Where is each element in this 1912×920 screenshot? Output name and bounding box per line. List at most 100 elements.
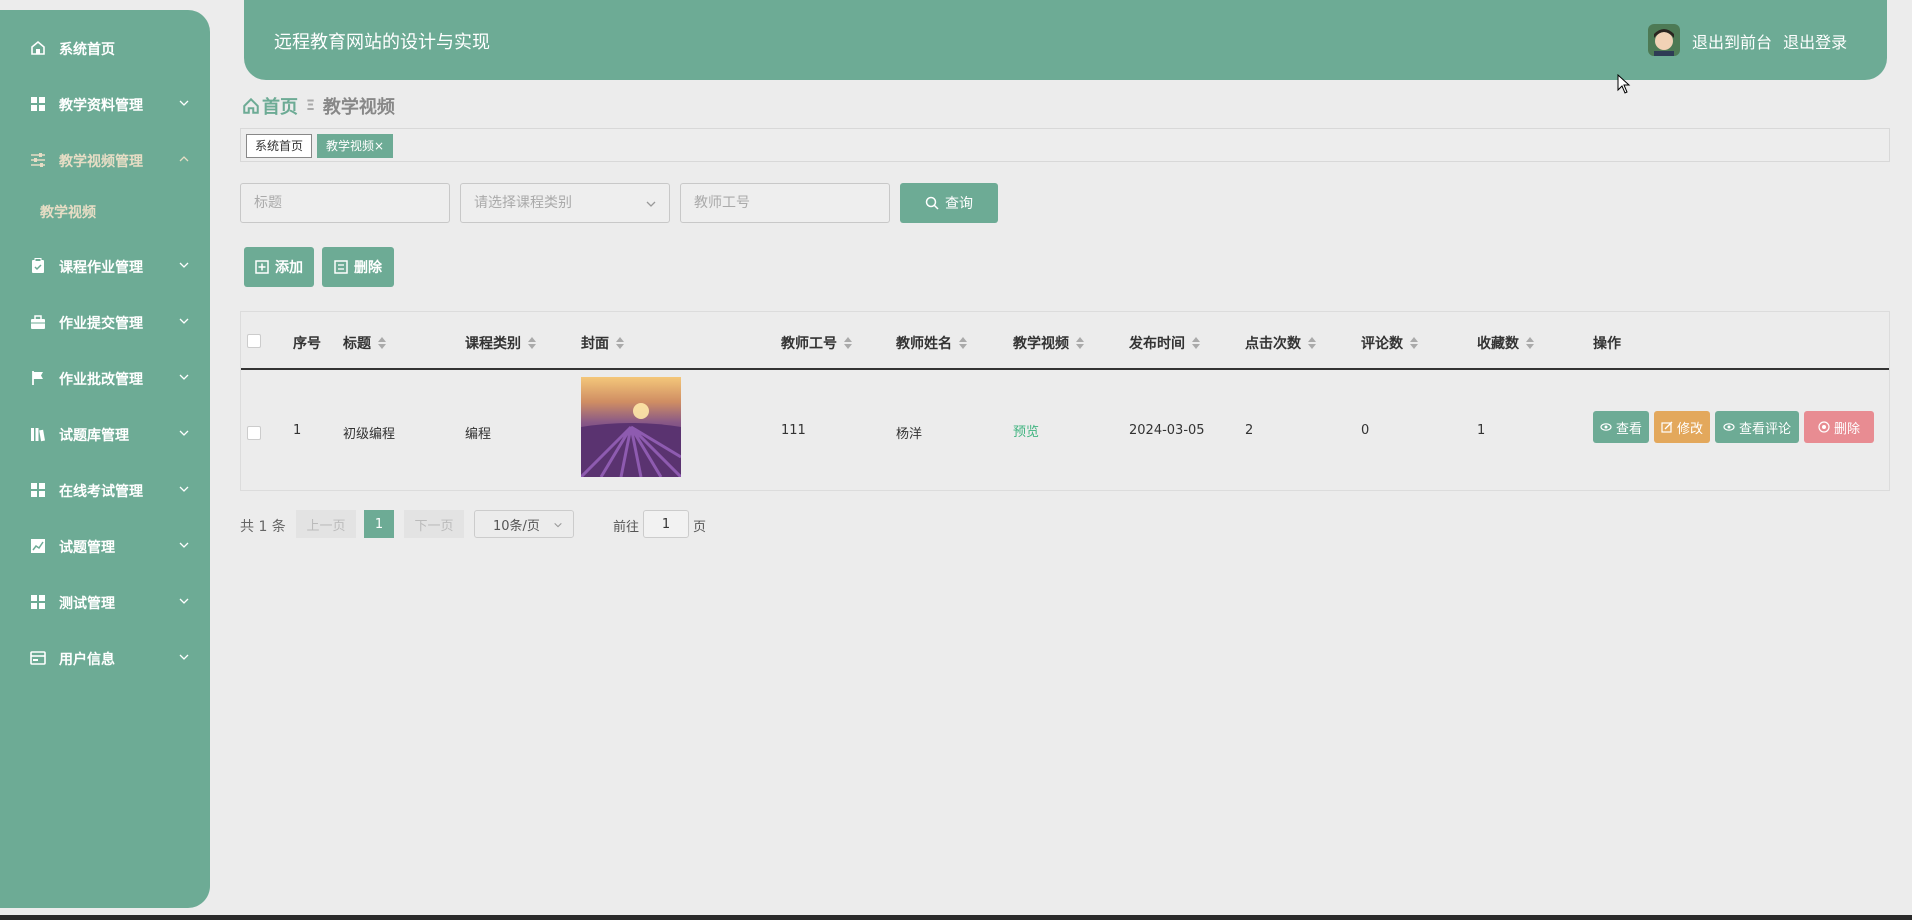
- col-header-category[interactable]: 课程类别: [465, 333, 537, 353]
- sidebar-item-label: 作业批改管理: [59, 372, 143, 388]
- course-category-select[interactable]: 请选择课程类别: [460, 183, 670, 223]
- col-header-clicks[interactable]: 点击次数: [1245, 333, 1317, 353]
- sidebar-item-course-homework[interactable]: 课程作业管理: [0, 246, 210, 286]
- cover-image[interactable]: [581, 377, 681, 477]
- view-comments-button[interactable]: 查看评论: [1715, 411, 1799, 443]
- chart-icon: [31, 539, 45, 553]
- cell-comments: 0: [1361, 423, 1370, 438]
- goto-label: 前往: [613, 520, 640, 535]
- header-links: 退出到前台 退出登录: [1692, 29, 1847, 53]
- sidebar-item-label: 用户信息: [59, 652, 115, 668]
- delete-row-label: 删除: [1833, 421, 1860, 437]
- delete-button[interactable]: 删除: [1804, 411, 1874, 443]
- query-button[interactable]: 查询: [900, 183, 998, 223]
- sort-icon[interactable]: [377, 336, 387, 350]
- sidebar-item-teaching-videos[interactable]: 教学视频管理: [0, 140, 210, 180]
- prev-page-button[interactable]: 上一页: [296, 510, 356, 538]
- clipboard-icon: [32, 258, 44, 273]
- batch-delete-button[interactable]: 删除: [322, 247, 394, 287]
- sort-icon[interactable]: [1191, 336, 1201, 350]
- sort-icon[interactable]: [527, 336, 537, 350]
- sidebar-item-tests[interactable]: 测试管理: [0, 582, 210, 622]
- library-icon: [31, 428, 46, 442]
- search-icon: [925, 196, 939, 210]
- tab-close-icon[interactable]: ×: [374, 139, 384, 153]
- sort-icon[interactable]: [615, 336, 625, 350]
- sidebar-item-label: 系统首页: [59, 42, 115, 58]
- col-header-title[interactable]: 标题: [343, 333, 387, 353]
- col-header-favorites[interactable]: 收藏数: [1477, 333, 1535, 353]
- bottom-edge: [0, 915, 1912, 920]
- chevron-up-icon: [179, 156, 189, 162]
- chevron-down-icon: [554, 522, 562, 528]
- plus-square-icon: [255, 260, 269, 274]
- sidebar-item-teaching-materials[interactable]: 教学资料管理: [0, 84, 210, 124]
- add-label: 添加: [275, 260, 303, 276]
- sidebar-item-homework-submit[interactable]: 作业提交管理: [0, 302, 210, 342]
- sidebar-item-online-exam[interactable]: 在线考试管理: [0, 470, 210, 510]
- sidebar-item-user-info[interactable]: 用户信息: [0, 638, 210, 678]
- select-all-checkbox[interactable]: [247, 334, 261, 348]
- edit-icon: [1661, 421, 1673, 433]
- edit-button[interactable]: 修改: [1654, 411, 1710, 443]
- page-size-value: 10条/页: [493, 518, 540, 534]
- col-header-teacher-id[interactable]: 教师工号: [781, 333, 853, 353]
- view-button[interactable]: 查看: [1593, 411, 1649, 443]
- sidebar-item-label: 试题管理: [59, 540, 115, 556]
- sidebar-item-label: 试题库管理: [59, 428, 129, 444]
- breadcrumb-separator-icon: Ξ: [306, 98, 315, 114]
- system-title: 远程教育网站的设计与实现: [274, 32, 490, 53]
- sidebar-item-label: 课程作业管理: [59, 260, 143, 276]
- chevron-down-icon: [179, 542, 189, 548]
- col-header-publish-time[interactable]: 发布时间: [1129, 333, 1201, 353]
- sidebar-item-label: 在线考试管理: [59, 484, 143, 500]
- exit-to-frontend-link[interactable]: 退出到前台: [1692, 33, 1772, 52]
- card-icon: [30, 651, 46, 665]
- video-preview-link[interactable]: 预览: [1013, 421, 1039, 440]
- edit-label: 修改: [1676, 421, 1703, 437]
- sidebar: 系统首页 教学资料管理 教学视频管理 教学视频 课程作业管理 作业提交管理 作业…: [0, 10, 210, 908]
- sidebar-item-home[interactable]: 系统首页: [0, 28, 210, 68]
- sort-icon[interactable]: [1409, 336, 1419, 350]
- sort-icon[interactable]: [1075, 336, 1085, 350]
- sort-icon[interactable]: [843, 336, 853, 350]
- avatar[interactable]: [1648, 24, 1680, 56]
- cell-teacher-id: 111: [781, 423, 806, 438]
- cell-favorites: 1: [1477, 423, 1486, 438]
- title-search-input[interactable]: 标题: [240, 183, 450, 223]
- tab-label: 教学视频: [326, 139, 375, 153]
- view-label: 查看: [1615, 421, 1642, 437]
- col-header-cover[interactable]: 封面: [581, 333, 625, 353]
- sidebar-item-label: 测试管理: [59, 596, 115, 612]
- page-number-1[interactable]: 1: [364, 510, 394, 538]
- teacher-id-search-input[interactable]: 教师工号: [680, 183, 890, 223]
- row-checkbox[interactable]: [247, 426, 261, 440]
- add-button[interactable]: 添加: [244, 247, 314, 287]
- grid-icon: [31, 97, 45, 111]
- goto-page-input[interactable]: 1: [643, 510, 689, 538]
- home-icon: [243, 97, 259, 114]
- content-empty-area: [210, 558, 1912, 920]
- sidebar-subitem-teaching-video[interactable]: 教学视频: [40, 202, 96, 222]
- delete-circle-icon: [1818, 421, 1830, 433]
- col-header-video[interactable]: 教学视频: [1013, 333, 1085, 353]
- sidebar-item-questions[interactable]: 试题管理: [0, 526, 210, 566]
- sort-icon[interactable]: [958, 336, 968, 350]
- sort-icon[interactable]: [1307, 336, 1317, 350]
- next-page-button[interactable]: 下一页: [404, 510, 464, 538]
- tags-view-bar: 系统首页 教学视频×: [240, 128, 1890, 162]
- col-header-index: 序号: [293, 336, 321, 352]
- tab-teaching-video[interactable]: 教学视频×: [317, 134, 394, 158]
- sidebar-item-label: 教学视频管理: [59, 154, 143, 170]
- sidebar-item-question-bank[interactable]: 试题库管理: [0, 414, 210, 454]
- col-header-comments[interactable]: 评论数: [1361, 333, 1419, 353]
- tab-home[interactable]: 系统首页: [246, 134, 313, 158]
- pagination-total: 共 1 条: [240, 519, 286, 535]
- sidebar-item-homework-grading[interactable]: 作业批改管理: [0, 358, 210, 398]
- breadcrumb-home[interactable]: 首页: [262, 93, 298, 119]
- sort-icon[interactable]: [1525, 336, 1535, 350]
- page-size-select[interactable]: 10条/页: [474, 510, 574, 538]
- cell-clicks: 2: [1245, 423, 1254, 438]
- col-header-teacher-name[interactable]: 教师姓名: [896, 333, 968, 353]
- logout-link[interactable]: 退出登录: [1783, 33, 1847, 52]
